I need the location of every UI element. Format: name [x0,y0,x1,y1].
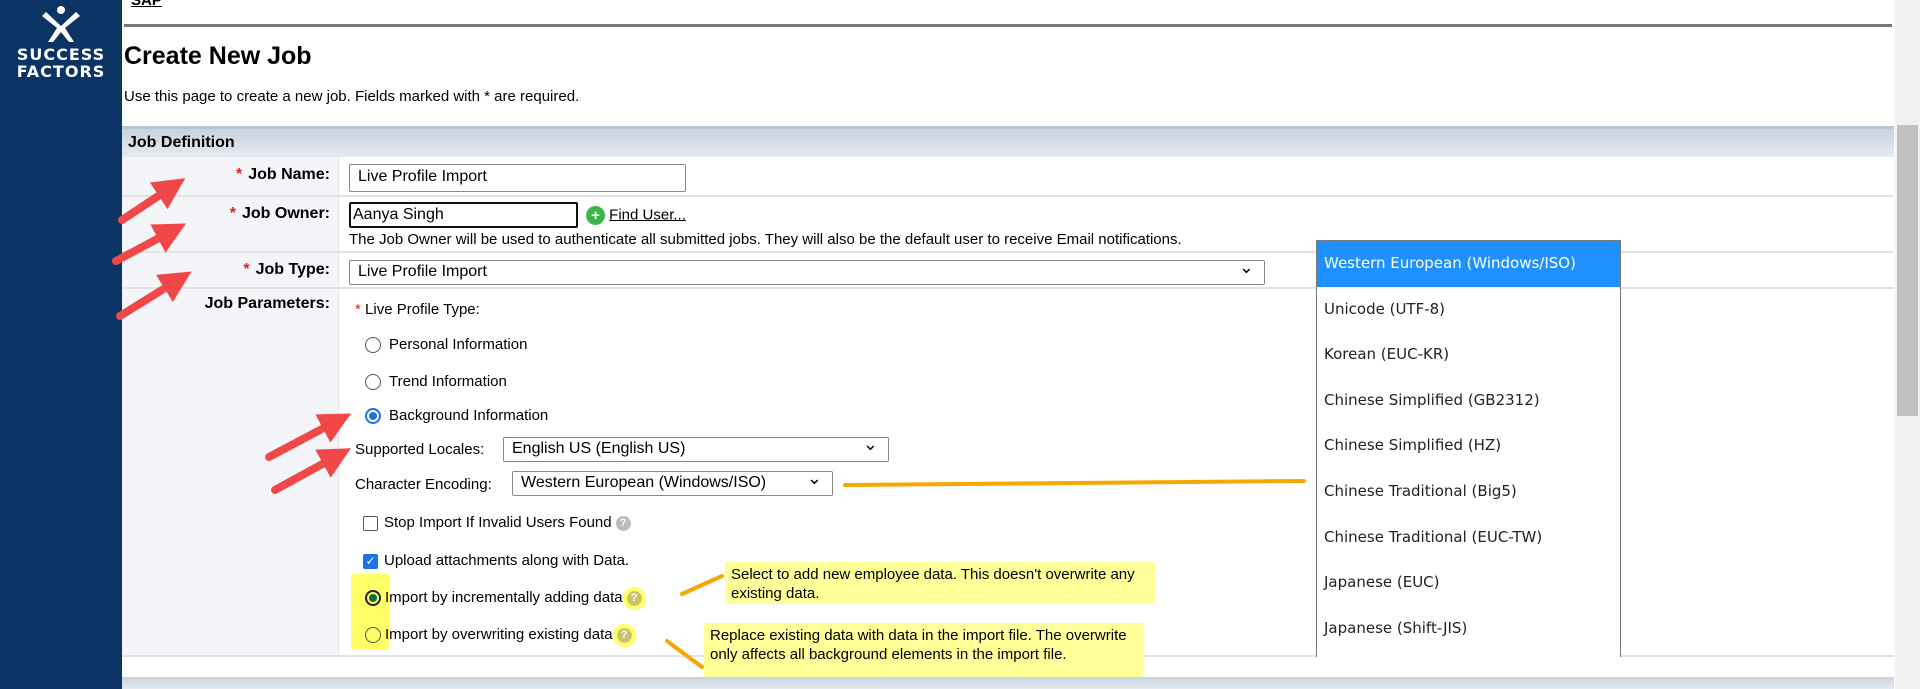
help-icon[interactable]: ? [622,586,646,610]
dropdown-option[interactable]: Chinese Traditional (Big5) [1317,469,1620,515]
dropdown-option[interactable]: Japanese (EUC) [1317,560,1620,606]
scrollbar-thumb[interactable] [1897,125,1918,416]
page-title: Create New Job [124,42,312,70]
radio-selected-icon[interactable] [365,590,381,607]
live-profile-type-label: * Live Profile Type: [355,301,480,318]
job-parameters-label: Job Parameters: [122,289,339,655]
radio-personal-information[interactable]: Personal Information [365,336,527,354]
supported-locales-label: Supported Locales: [355,441,485,458]
radio-selected-icon[interactable] [365,408,381,425]
job-owner-help: The Job Owner will be used to authentica… [349,231,1182,248]
character-encoding-select[interactable]: Western European (Windows/ISO) [512,468,833,496]
brand-logo-text: SUCCESS FACTORS [16,45,106,81]
job-name-input[interactable]: Live Profile Import [349,164,686,192]
radio-icon[interactable] [365,374,381,391]
checkbox-checked-icon[interactable]: ✓ [363,553,378,569]
character-encoding-label: Character Encoding: [355,476,492,493]
dropdown-option[interactable]: Chinese Traditional (EUC-TW) [1317,515,1620,561]
job-type-label: * Job Type: [122,253,339,287]
logo-icon [42,6,80,42]
find-user-label: Find User... [609,206,686,224]
upload-attachments-checkbox[interactable]: ✓ Upload attachments along with Data. [363,552,629,569]
radio-icon[interactable] [365,627,381,644]
radio-import-overwrite[interactable]: Import by overwriting existing data? [365,623,636,647]
job-name-label: * Job Name: [122,157,339,195]
supported-locales-select[interactable]: English US (English US) [503,434,889,462]
divider [124,24,1892,27]
checkbox-icon[interactable] [363,515,378,531]
radio-background-information[interactable]: Background Information [365,407,548,425]
radio-trend-information[interactable]: Trend Information [365,373,507,391]
page-subtitle: Use this page to create a new job. Field… [124,88,580,105]
callout-incremental: Select to add new employee data. This do… [725,562,1155,604]
dropdown-option[interactable]: Western European (Windows/ISO) [1317,241,1620,287]
help-icon[interactable]: ? [615,515,631,531]
find-user-button[interactable]: + Find User... [586,206,686,225]
add-icon: + [586,206,605,225]
job-type-select[interactable]: Live Profile Import [349,257,1265,285]
footer-band [122,677,1894,689]
sap-link[interactable]: SAP [131,0,162,9]
job-owner-label: * Job Owner: [122,197,339,251]
section-header-job-definition: Job Definition [122,126,1894,157]
dropdown-option[interactable]: Korean (EUC-KR) [1317,332,1620,378]
radio-import-incremental[interactable]: Import by incrementally adding data? [365,586,646,610]
stop-import-checkbox[interactable]: Stop Import If Invalid Users Found? [363,514,631,531]
encoding-dropdown-list[interactable]: Western European (Windows/ISO) Unicode (… [1316,240,1621,657]
dropdown-option[interactable]: Japanese (Shift-JIS) [1317,606,1620,652]
radio-icon[interactable] [365,337,381,354]
dropdown-option[interactable]: Chinese Simplified (HZ) [1317,423,1620,469]
dropdown-option[interactable]: Chinese Simplified (GB2312) [1317,378,1620,424]
sidebar: SUCCESS FACTORS [0,0,122,689]
dropdown-option[interactable]: Unicode (UTF-8) [1317,287,1620,333]
help-icon[interactable]: ? [612,623,636,647]
job-owner-input[interactable]: Aanya Singh [349,202,578,228]
